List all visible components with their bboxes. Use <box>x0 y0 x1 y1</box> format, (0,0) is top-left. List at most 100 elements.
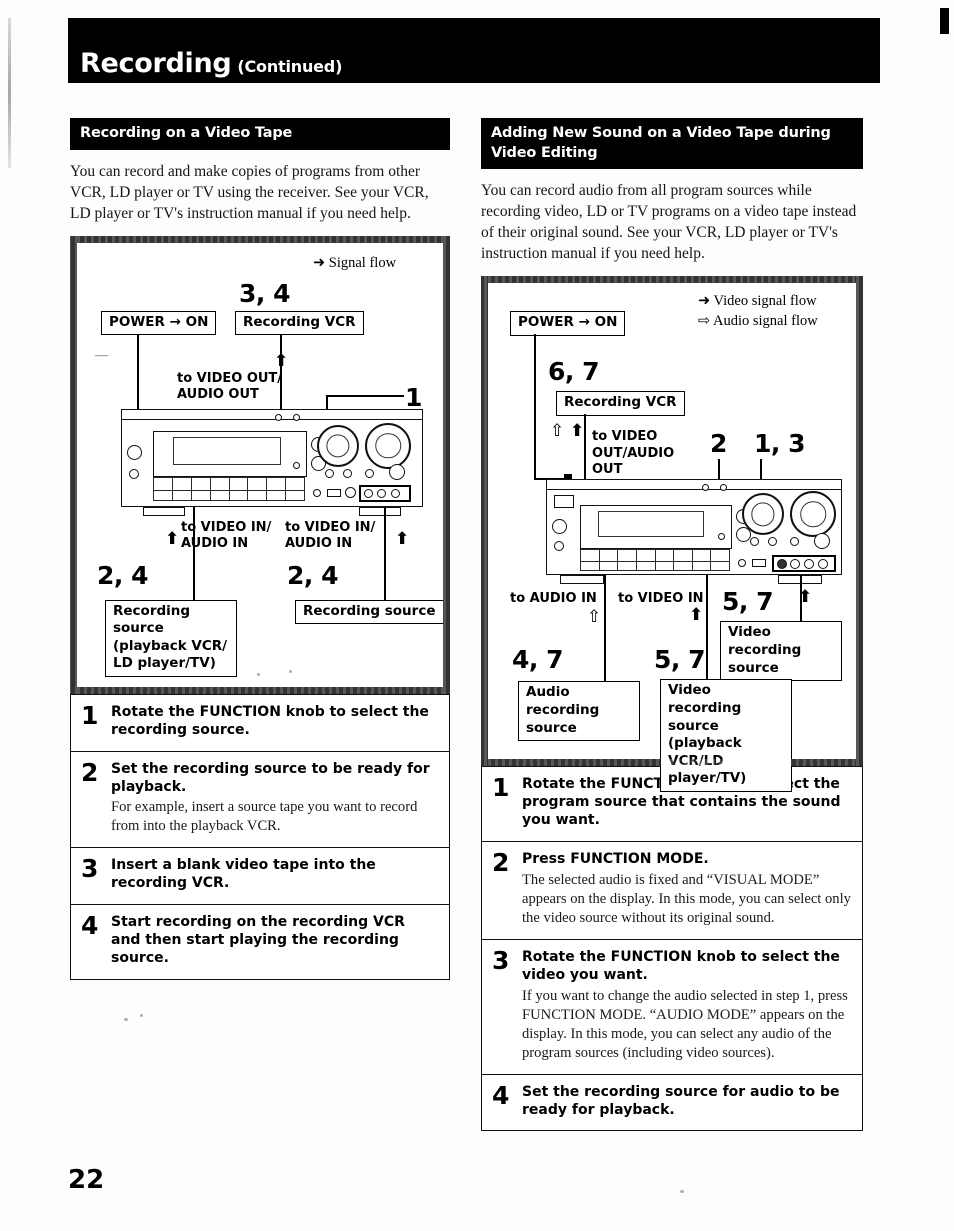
step-number: 2 <box>81 757 99 787</box>
receiver-jack-a <box>325 468 334 478</box>
recording-vcr-box: Recording VCR <box>556 391 685 416</box>
solid-arrow-icon: ➜ <box>313 254 326 271</box>
hollow-arrow-icon: ⇨ <box>698 313 711 330</box>
receiver-display-screen <box>173 436 281 465</box>
video-rec-steps-upper: 5, 7 <box>722 587 774 617</box>
volume-knob <box>365 422 411 469</box>
video-in-label-left: to VIDEO IN/ AUDIO IN <box>181 519 272 552</box>
recording-vcr-step-numbers: 6, 7 <box>548 357 600 387</box>
audio-recording-source-box: Audio recording source <box>518 681 640 742</box>
receiver-foot-left <box>143 506 185 516</box>
receiver-tiny-dot-a <box>293 461 300 469</box>
step-detail: If you want to change the audio selected… <box>522 987 848 1061</box>
step-item: 3 Rotate the FUNCTION knob to select the… <box>482 938 862 1074</box>
button-callout-number: 2 <box>710 429 727 459</box>
step-item: 1 Rotate the FUNCTION knob to select the… <box>71 693 449 751</box>
recording-source-box-left: Recording source (playback VCR/ LD playe… <box>105 599 237 677</box>
step-title: Set the recording source to be ready for… <box>111 760 430 795</box>
right-section-heading: Adding New Sound on a Video Tape during … <box>481 118 863 170</box>
audio-in-label: to AUDIO IN <box>510 591 597 607</box>
left-step-list: 1 Rotate the FUNCTION knob to select the… <box>70 693 450 980</box>
scan-speck-c <box>124 1018 128 1021</box>
scan-speck-e <box>680 1190 684 1193</box>
knob-callout-line-h <box>326 394 404 397</box>
receiver-foot-right <box>359 506 401 516</box>
page-masthead: Recording (Continued) <box>68 18 880 83</box>
receiver-button-row-upper <box>580 549 730 564</box>
scan-speck-b <box>289 669 292 673</box>
knob-callout-number: 1 <box>405 382 422 412</box>
left-connection-diagram: ➜ Signal flow POWER → ON — 3, 4 Recordin… <box>70 235 450 694</box>
receiver-phones-jack <box>389 463 405 480</box>
right-connection-diagram: ➜ Video signal flow ⇨ Audio signal flow … <box>481 276 863 792</box>
right-legend-video: ➜ Video signal flow <box>698 293 817 310</box>
step-title: Rotate the FUNCTION knob to select the r… <box>111 703 429 738</box>
video-in-jack-2 <box>790 559 800 570</box>
scan-speck-d <box>140 1014 143 1017</box>
scan-corner-mark <box>940 8 949 34</box>
knob-callout-number: 1, 3 <box>754 429 806 459</box>
receiver-display-screen <box>598 511 704 538</box>
hollow-up-arrow-icon: ⇧ <box>550 421 565 442</box>
source-step-numbers-right: 2, 4 <box>287 560 339 590</box>
step-item: 3 Insert a blank video tape into the rec… <box>71 847 449 904</box>
receiver-jack-b <box>343 468 352 478</box>
right-legend-video-label: Video signal flow <box>713 293 817 310</box>
step-title: Insert a blank video tape into the recor… <box>111 857 376 892</box>
video-input-jack-group <box>772 555 836 573</box>
up-arrow-icon: ⬆ <box>689 605 704 626</box>
source-step-numbers-left: 2, 4 <box>97 560 149 590</box>
video-in-jack-4 <box>818 559 828 570</box>
video-recording-source-box: Video recording source (playback VCR/LD … <box>660 679 792 792</box>
recording-vcr-box: Recording VCR <box>235 310 364 336</box>
right-intro-text: You can record audio from all program so… <box>481 182 857 263</box>
video-in-jack-3 <box>391 488 400 498</box>
receiver-top-dot-b <box>293 413 300 421</box>
receiver-button-row-lower <box>153 489 305 501</box>
step-number: 3 <box>492 945 510 975</box>
left-legend-label: Signal flow <box>328 254 397 271</box>
left-legend: ➜ Signal flow <box>313 255 396 272</box>
receiver-power-button <box>554 495 574 509</box>
hollow-up-arrow-icon: ⇧ <box>587 607 602 628</box>
scan-stray-mark: — <box>95 346 108 362</box>
power-on-box: POWER → ON <box>510 311 626 336</box>
video-input-jack-group <box>359 484 411 502</box>
right-step-list: 1 Rotate the FUNCTION knob to select the… <box>481 766 863 1132</box>
audio-in-line <box>604 575 606 686</box>
scan-edge-artifact <box>8 18 11 168</box>
left-intro-text: You can record and make copies of progra… <box>70 162 429 222</box>
receiver-slot <box>327 488 341 497</box>
left-column: Recording on a Video Tape You can record… <box>70 118 450 980</box>
receiver-indicator-dot <box>129 468 139 479</box>
step-number: 1 <box>81 700 99 730</box>
step-item: 4 Start recording on the recording VCR a… <box>71 904 449 979</box>
video-in-jack-3 <box>804 559 814 570</box>
receiver-top-panel <box>121 409 423 420</box>
video-recording-source-box-upper: Video recording source <box>720 621 842 682</box>
video-step-numbers: 5, 7 <box>654 645 706 675</box>
receiver-top-panel <box>546 479 842 491</box>
step-item: 4 Set the recording source for audio to … <box>482 1073 862 1131</box>
up-arrow-icon: ⬆ <box>570 421 585 442</box>
step-title: Press FUNCTION MODE. <box>522 851 709 868</box>
step-number: 2 <box>492 848 510 878</box>
video-out-label: to VIDEO OUT/AUDIO OUT <box>592 429 675 478</box>
receiver-top-dot-a <box>275 413 282 421</box>
step-title: Start recording on the recording VCR and… <box>111 914 405 966</box>
video-in-jack-2 <box>377 488 386 498</box>
up-arrow-icon-upper: ⬆ <box>798 587 813 608</box>
step-number: 3 <box>81 854 99 884</box>
audio-step-numbers: 4, 7 <box>512 645 564 675</box>
step-number: 1 <box>492 773 510 803</box>
receiver-slot <box>752 559 766 568</box>
scan-speck-a <box>257 672 260 676</box>
recording-vcr-step-numbers: 3, 4 <box>239 278 291 308</box>
recording-vcr-leader-line <box>584 414 586 481</box>
power-on-box: POWER → ON <box>101 310 217 336</box>
right-legend-audio-label: Audio signal flow <box>712 313 818 330</box>
page-number: 22 <box>68 1165 105 1195</box>
step-number: 4 <box>81 911 99 941</box>
up-arrow-icon-left: ⬆ <box>165 528 180 549</box>
step-detail: For example, insert a source tape you wa… <box>111 799 418 835</box>
